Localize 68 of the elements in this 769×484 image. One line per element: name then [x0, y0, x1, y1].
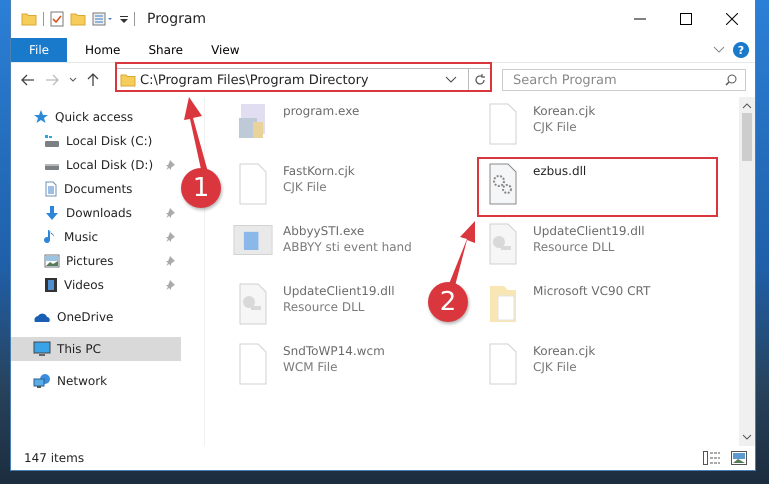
sidebar-item[interactable]: Documents — [11, 177, 181, 201]
sidebar-item[interactable]: Local Disk (D:) — [11, 153, 181, 177]
view-options-icon[interactable] — [92, 12, 114, 26]
details-view-icon[interactable] — [703, 451, 721, 465]
ribbon-tab[interactable]: Share — [134, 38, 198, 62]
scroll-down-icon[interactable] — [742, 434, 752, 440]
address-bar[interactable]: C:\Program Files\Program Directory — [115, 68, 492, 92]
pictures-icon — [44, 254, 60, 268]
item-count: 147 items — [24, 451, 84, 465]
close-icon[interactable] — [726, 13, 738, 25]
properties-check-icon[interactable] — [50, 11, 64, 27]
folder-icon — [21, 12, 37, 26]
blank-file-icon — [238, 162, 268, 206]
application-window-icon — [233, 222, 273, 258]
blank-file-icon — [238, 342, 268, 386]
sidebar-item[interactable]: Local Disk (C:) — [11, 129, 181, 153]
up-arrow-icon[interactable] — [87, 73, 99, 87]
key-file-icon — [488, 222, 518, 266]
back-arrow-icon[interactable] — [21, 74, 35, 86]
address-path: C:\Program Files\Program Directory — [139, 72, 370, 88]
download-arrow-icon — [44, 205, 60, 221]
file-item[interactable]: program.exe — [229, 99, 364, 145]
ribbon-tab[interactable]: Home — [71, 38, 134, 62]
file-menu-button[interactable]: File — [11, 38, 67, 62]
document-icon — [44, 181, 58, 197]
sidebar-item[interactable]: Network — [11, 369, 181, 393]
new-folder-icon — [70, 12, 86, 26]
film-icon — [44, 277, 58, 293]
cloud-icon — [33, 311, 51, 323]
expand-ribbon-icon[interactable] — [713, 46, 725, 54]
scrollbar-thumb[interactable] — [742, 113, 752, 161]
file-item[interactable]: SndToWP14.wcm WCM File — [229, 339, 389, 389]
search-box[interactable]: Search Program — [502, 69, 746, 91]
file-item[interactable]: UpdateClient19.dll Resource DLL — [479, 219, 649, 269]
sidebar-item[interactable]: Pictures — [11, 249, 181, 273]
folder-icon — [120, 73, 136, 87]
gear-file-icon — [488, 162, 518, 206]
sidebar-item[interactable]: Music — [11, 225, 181, 249]
pointer-arrow — [449, 221, 475, 286]
sidebar-item[interactable]: Quick access — [11, 105, 181, 129]
file-item[interactable]: FastKorn.cjk CJK File — [229, 159, 359, 209]
scroll-up-icon[interactable] — [742, 103, 752, 109]
file-item[interactable]: ezbus.dll — [479, 159, 716, 215]
star-icon — [33, 109, 49, 125]
network-icon — [33, 373, 51, 389]
file-item[interactable]: AbbyySTI.exe ABBYY sti event hand — [229, 219, 416, 261]
blank-file-icon — [488, 102, 518, 146]
maximize-icon[interactable] — [680, 13, 692, 25]
sidebar-item[interactable]: This PC — [11, 337, 181, 361]
sidebar-item[interactable]: Downloads — [11, 201, 181, 225]
monitor-icon — [33, 341, 51, 357]
file-item[interactable]: UpdateClient19.dll Resource DLL — [229, 279, 399, 329]
key-file-icon — [238, 282, 268, 326]
window-title: Program — [147, 11, 208, 27]
ribbon-tab[interactable]: View — [197, 38, 254, 62]
blank-file-icon — [488, 342, 518, 386]
file-item[interactable]: Korean.cjk CJK File — [479, 99, 600, 149]
customize-toolbar-icon[interactable] — [120, 14, 128, 24]
sidebar-item[interactable]: OneDrive — [11, 305, 181, 329]
recent-locations-icon[interactable] — [69, 77, 77, 83]
refresh-icon[interactable] — [474, 74, 486, 86]
search-icon — [725, 74, 737, 86]
large-icons-view-icon[interactable] — [731, 451, 747, 465]
help-button[interactable]: ? — [733, 42, 749, 58]
drive-icon — [44, 134, 60, 148]
file-item[interactable]: Microsoft VC90 CRT — [479, 279, 654, 329]
sidebar-item[interactable]: Videos — [11, 273, 181, 297]
file-item[interactable]: Korean.cjk CJK File — [479, 339, 600, 389]
